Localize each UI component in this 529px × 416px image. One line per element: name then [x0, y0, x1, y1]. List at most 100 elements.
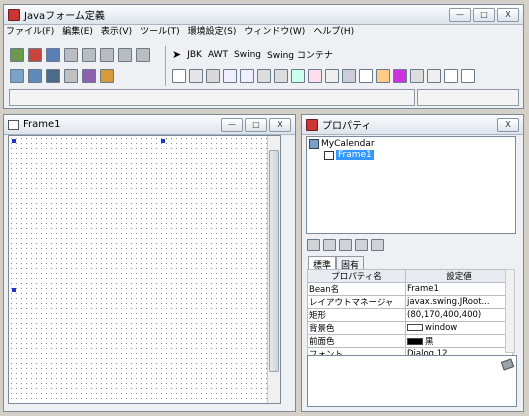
redo-icon[interactable]	[136, 48, 150, 62]
menu-window[interactable]: ウィンドウ(W)	[244, 24, 305, 37]
frame1-title: Frame1	[23, 119, 61, 130]
calendar-icon	[309, 139, 319, 149]
textfield-component-icon[interactable]	[223, 69, 237, 83]
scroll-thumb[interactable]	[269, 150, 279, 372]
palette-tab-swing[interactable]: Swing	[234, 50, 261, 60]
table-row[interactable]: レイアウトマネージャ javax.swing.JRoot...	[307, 295, 513, 309]
list-component-icon[interactable]	[291, 69, 305, 83]
java-app-icon	[8, 8, 20, 21]
panel-component-icon[interactable]	[172, 69, 186, 83]
new-form-icon[interactable]	[10, 48, 24, 62]
table-row[interactable]: 矩形 (80,170,400,400)	[307, 308, 513, 322]
palette-tab-awt[interactable]: AWT	[208, 50, 228, 60]
menu-tools[interactable]: ツール(T)	[140, 24, 180, 37]
menu-file[interactable]: ファイル(F)	[6, 24, 54, 37]
refresh-icon[interactable]	[355, 239, 368, 251]
table-row[interactable]: 前面色 黒	[307, 334, 513, 348]
table-row[interactable]: 背景色 window	[307, 321, 513, 335]
frame-icon	[324, 150, 334, 160]
design-canvas[interactable]	[8, 135, 281, 404]
menu-help[interactable]: ヘルプ(H)	[313, 24, 354, 37]
maximize-button[interactable]: □	[473, 8, 495, 22]
copy-icon[interactable]	[82, 48, 96, 62]
menu-settings[interactable]: 環境設定(S)	[188, 24, 237, 37]
sort-icon[interactable]	[323, 239, 336, 251]
table-component-icon[interactable]	[427, 69, 441, 83]
deploy-icon[interactable]	[100, 69, 114, 83]
tree-node-root[interactable]: MyCalendar	[309, 139, 375, 149]
separator-component-icon[interactable]	[444, 69, 458, 83]
component-palette	[172, 69, 475, 83]
description-pane	[307, 355, 517, 407]
label-component-icon[interactable]	[189, 69, 203, 83]
color-swatch-icon	[407, 338, 423, 345]
menu-edit[interactable]: 編集(E)	[62, 24, 93, 37]
frame-component-icon[interactable]	[461, 69, 475, 83]
back-icon[interactable]	[371, 239, 384, 251]
image-component-icon[interactable]	[342, 69, 356, 83]
frame1-titlebar: Frame1 — □ X	[4, 115, 295, 135]
property-scrollbar[interactable]	[505, 269, 515, 353]
frame1-maximize-button[interactable]: □	[245, 118, 267, 132]
pointer-icon[interactable]: ➤	[172, 48, 181, 61]
frame1-minimize-button[interactable]: —	[221, 118, 243, 132]
scroll-component-icon[interactable]	[325, 69, 339, 83]
canvas-scrollbar[interactable]	[267, 136, 280, 403]
property-value[interactable]: Frame1	[405, 282, 513, 296]
column-header-value: 設定値	[405, 269, 513, 283]
cut-icon[interactable]	[64, 48, 78, 62]
align-icon[interactable]	[64, 69, 78, 83]
resize-handle[interactable]	[161, 139, 165, 143]
property-name: 背景色	[307, 321, 406, 335]
bean-component-icon[interactable]	[393, 69, 407, 83]
toolbar-separator	[165, 46, 166, 86]
palette-tab-jbk[interactable]: JBK	[187, 50, 202, 60]
property-value[interactable]: (80,170,400,400)	[405, 308, 513, 322]
event-icon[interactable]	[339, 239, 352, 251]
radio-component-icon[interactable]	[274, 69, 288, 83]
resize-handle[interactable]	[12, 288, 16, 292]
property-close-button[interactable]: X	[497, 118, 519, 132]
layout-icon[interactable]	[10, 69, 24, 83]
paste-icon[interactable]	[100, 48, 114, 62]
checkbox-component-icon[interactable]	[257, 69, 271, 83]
property-value[interactable]: window	[405, 321, 513, 335]
property-icon	[306, 118, 318, 131]
main-titlebar: Javaフォーム定義 — □ X	[4, 5, 523, 25]
undo-icon[interactable]	[118, 48, 132, 62]
property-value[interactable]: javax.swing.JRoot...	[405, 295, 513, 309]
minimize-button[interactable]: —	[449, 8, 471, 22]
combo-component-icon[interactable]	[308, 69, 322, 83]
property-title: プロパティ	[322, 121, 372, 132]
color-swatch-icon	[407, 324, 423, 331]
close-button[interactable]: X	[497, 8, 519, 22]
status-bar-left	[9, 89, 415, 106]
property-titlebar: プロパティ X	[302, 115, 523, 135]
table-row[interactable]: Bean名 Frame1	[307, 282, 513, 296]
tools-icon[interactable]	[82, 69, 96, 83]
grid-icon[interactable]	[28, 69, 42, 83]
edit-component-icon[interactable]	[376, 69, 390, 83]
property-toolbar	[307, 239, 384, 251]
component-tree: MyCalendar Frame1	[306, 136, 516, 234]
open-icon[interactable]	[46, 48, 60, 62]
component-palette-tabs: ➤ JBK AWT Swing Swing コンテナ	[172, 48, 333, 61]
tree-root-label: MyCalendar	[321, 139, 375, 149]
resize-handle[interactable]	[12, 139, 16, 143]
category-icon[interactable]	[307, 239, 320, 251]
textarea-component-icon[interactable]	[240, 69, 254, 83]
property-name: 前面色	[307, 334, 406, 348]
grid-component-icon[interactable]	[410, 69, 424, 83]
property-name: Bean名	[307, 282, 406, 296]
tabbed-component-icon[interactable]	[359, 69, 373, 83]
tree-node-frame1[interactable]: Frame1	[324, 150, 374, 160]
frame1-close-button[interactable]: X	[269, 118, 291, 132]
table-icon[interactable]	[46, 69, 60, 83]
property-value[interactable]: 黒	[405, 334, 513, 348]
frame-icon	[8, 119, 19, 130]
button-component-icon[interactable]	[206, 69, 220, 83]
tree-frame1-label: Frame1	[336, 150, 374, 160]
menu-view[interactable]: 表示(V)	[101, 24, 132, 37]
save-icon[interactable]	[28, 48, 42, 62]
palette-tab-swing-container[interactable]: Swing コンテナ	[267, 48, 333, 61]
